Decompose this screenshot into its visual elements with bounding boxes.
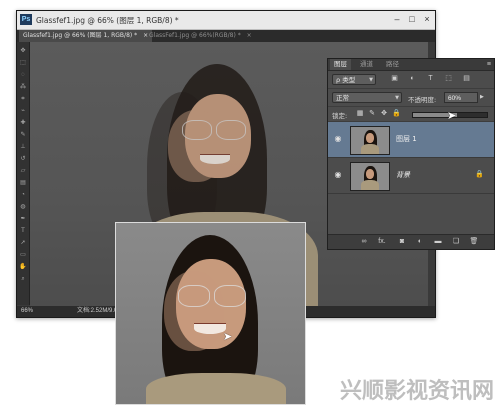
layer-name[interactable]: 图层 1 xyxy=(396,134,417,144)
layer-thumbnail xyxy=(350,126,390,155)
layers-panel: 图层 通道 路径 ≡ ρ 类型 ▼ ▣ ◐ T ⬚ ▤ 正常 ▼ 不透明度: 6… xyxy=(327,58,495,250)
move-tool-icon[interactable]: ✥ xyxy=(19,48,27,54)
pixel-filter-icon[interactable]: ▣ xyxy=(390,75,399,83)
tab-paths[interactable]: 路径 xyxy=(382,59,403,70)
result-photo: ➤ xyxy=(115,222,306,405)
opacity-label: 不透明度: xyxy=(408,96,437,104)
lock-position-icon[interactable]: ✥ xyxy=(380,110,388,118)
layer-mask-icon[interactable]: ◙ xyxy=(396,237,408,247)
layer-name[interactable]: 背景 xyxy=(396,170,410,180)
blur-tool-icon[interactable]: ◔ xyxy=(19,192,27,198)
layer-row-layer1[interactable]: ◉ 图层 1 xyxy=(328,122,494,158)
layer-thumbnail xyxy=(350,162,390,191)
eraser-tool-icon[interactable]: ▱ xyxy=(19,168,27,174)
zoom-level[interactable]: 66% xyxy=(21,306,33,317)
adjustment-filter-icon[interactable]: ◐ xyxy=(408,75,417,83)
tab-document-1[interactable]: Glassfef1.jpg @ 66% (图层 1, RGB/8) * × xyxy=(19,30,153,42)
lasso-tool-icon[interactable]: ◌ xyxy=(19,72,27,78)
lock-row: 锁定: ▦ ✎ ✥ 🔒 xyxy=(328,107,494,122)
tab-layers[interactable]: 图层 xyxy=(330,59,351,70)
brush-tool-icon[interactable]: ✎ xyxy=(19,132,27,138)
tab-document-2[interactable]: GlassFef1.jpg @ 66%(RGB/8) * × xyxy=(145,30,256,42)
visibility-eye-icon[interactable]: ◉ xyxy=(333,170,343,180)
marquee-tool-icon[interactable]: ⬚ xyxy=(19,60,27,66)
delete-layer-icon[interactable]: 🗑 xyxy=(468,237,480,247)
history-brush-tool-icon[interactable]: ↺ xyxy=(19,156,27,162)
smart-object-filter-icon[interactable]: ▤ xyxy=(462,75,471,83)
kind-filter-value: ρ 类型 xyxy=(336,76,356,84)
pointer-cursor-icon: ➤ xyxy=(223,331,233,343)
opacity-dropdown-icon[interactable]: ▶ xyxy=(480,94,484,100)
chevron-down-icon: ▼ xyxy=(369,77,373,83)
path-select-tool-icon[interactable]: ➚ xyxy=(19,240,27,246)
shape-tool-icon[interactable]: ▭ xyxy=(19,252,27,258)
adjustment-layer-icon[interactable]: ◐ xyxy=(414,237,426,247)
photoshop-logo-icon: Ps xyxy=(20,14,32,25)
chevron-down-icon: ▼ xyxy=(395,95,399,101)
lock-label: 锁定: xyxy=(332,112,348,120)
watermark-text: 兴顺影视资讯网 xyxy=(339,379,494,404)
visibility-eye-icon[interactable]: ◉ xyxy=(333,134,343,144)
lock-all-icon[interactable]: 🔒 xyxy=(392,110,401,118)
zoom-tool-icon[interactable]: ⌕ xyxy=(19,276,27,282)
dodge-tool-icon[interactable]: ◍ xyxy=(19,204,27,210)
close-button[interactable]: × xyxy=(421,14,433,25)
layer-style-icon[interactable]: fx. xyxy=(376,237,388,247)
panel-footer: ∞ fx. ◙ ◐ ▬ ❏ 🗑 xyxy=(328,234,494,249)
tab-label: Glassfef1.jpg @ 66% (图层 1, RGB/8) * xyxy=(23,32,138,39)
shape-filter-icon[interactable]: ⬚ xyxy=(444,75,453,83)
pen-tool-icon[interactable]: ✒ xyxy=(19,216,27,222)
window-title: Glassfef1.jpg @ 66% (图层 1, RGB/8) * xyxy=(36,16,179,25)
blend-mode-select[interactable]: 正常 ▼ xyxy=(332,92,402,103)
link-layers-icon[interactable]: ∞ xyxy=(358,237,370,247)
tab-close-icon[interactable]: × xyxy=(247,32,252,39)
minimize-button[interactable]: – xyxy=(391,14,403,25)
crop-tool-icon[interactable]: ⌗ xyxy=(19,96,27,102)
type-tool-icon[interactable]: T xyxy=(19,228,27,234)
lock-icon: 🔒 xyxy=(475,171,484,178)
quick-select-tool-icon[interactable]: ⁂ xyxy=(19,84,27,90)
layer-row-background[interactable]: ◉ 背景 🔒 xyxy=(328,158,494,194)
stamp-tool-icon[interactable]: ⊥ xyxy=(19,144,27,150)
new-layer-icon[interactable]: ❏ xyxy=(450,237,462,247)
gradient-tool-icon[interactable]: ▤ xyxy=(19,180,27,186)
type-filter-icon[interactable]: T xyxy=(426,75,435,83)
kind-filter-select[interactable]: ρ 类型 ▼ xyxy=(332,74,376,85)
panel-menu-icon[interactable]: ≡ xyxy=(487,59,491,70)
blend-row: 正常 ▼ 不透明度: 60% ▶ xyxy=(328,89,494,107)
eyedropper-tool-icon[interactable]: ⌁ xyxy=(19,108,27,114)
panel-tabbar: 图层 通道 路径 ≡ xyxy=(328,59,494,71)
lock-pixels-icon[interactable]: ✎ xyxy=(368,110,376,118)
tools-panel: ✥ ⬚ ◌ ⁂ ⌗ ⌁ ✚ ✎ ⊥ ↺ ▱ ▤ ◔ ◍ ✒ T ➚ ▭ ✋ ⌕ xyxy=(17,42,30,305)
layer-filter-row: ρ 类型 ▼ ▣ ◐ T ⬚ ▤ xyxy=(328,71,494,89)
lock-transparency-icon[interactable]: ▦ xyxy=(356,110,364,118)
hand-tool-icon[interactable]: ✋ xyxy=(19,264,27,270)
tab-label: GlassFef1.jpg @ 66%(RGB/8) * xyxy=(149,32,241,39)
maximize-button[interactable]: □ xyxy=(406,14,418,25)
blend-mode-value: 正常 xyxy=(336,94,349,102)
opacity-input[interactable]: 60% xyxy=(444,92,478,103)
tab-channels[interactable]: 通道 xyxy=(356,59,377,70)
title-bar: Ps Glassfef1.jpg @ 66% (图层 1, RGB/8) * –… xyxy=(17,11,435,30)
healing-tool-icon[interactable]: ✚ xyxy=(19,120,27,126)
new-group-icon[interactable]: ▬ xyxy=(432,237,444,247)
document-tabbar: Glassfef1.jpg @ 66% (图层 1, RGB/8) * × Gl… xyxy=(17,30,435,42)
pointer-cursor-icon: ➤ xyxy=(447,110,457,122)
